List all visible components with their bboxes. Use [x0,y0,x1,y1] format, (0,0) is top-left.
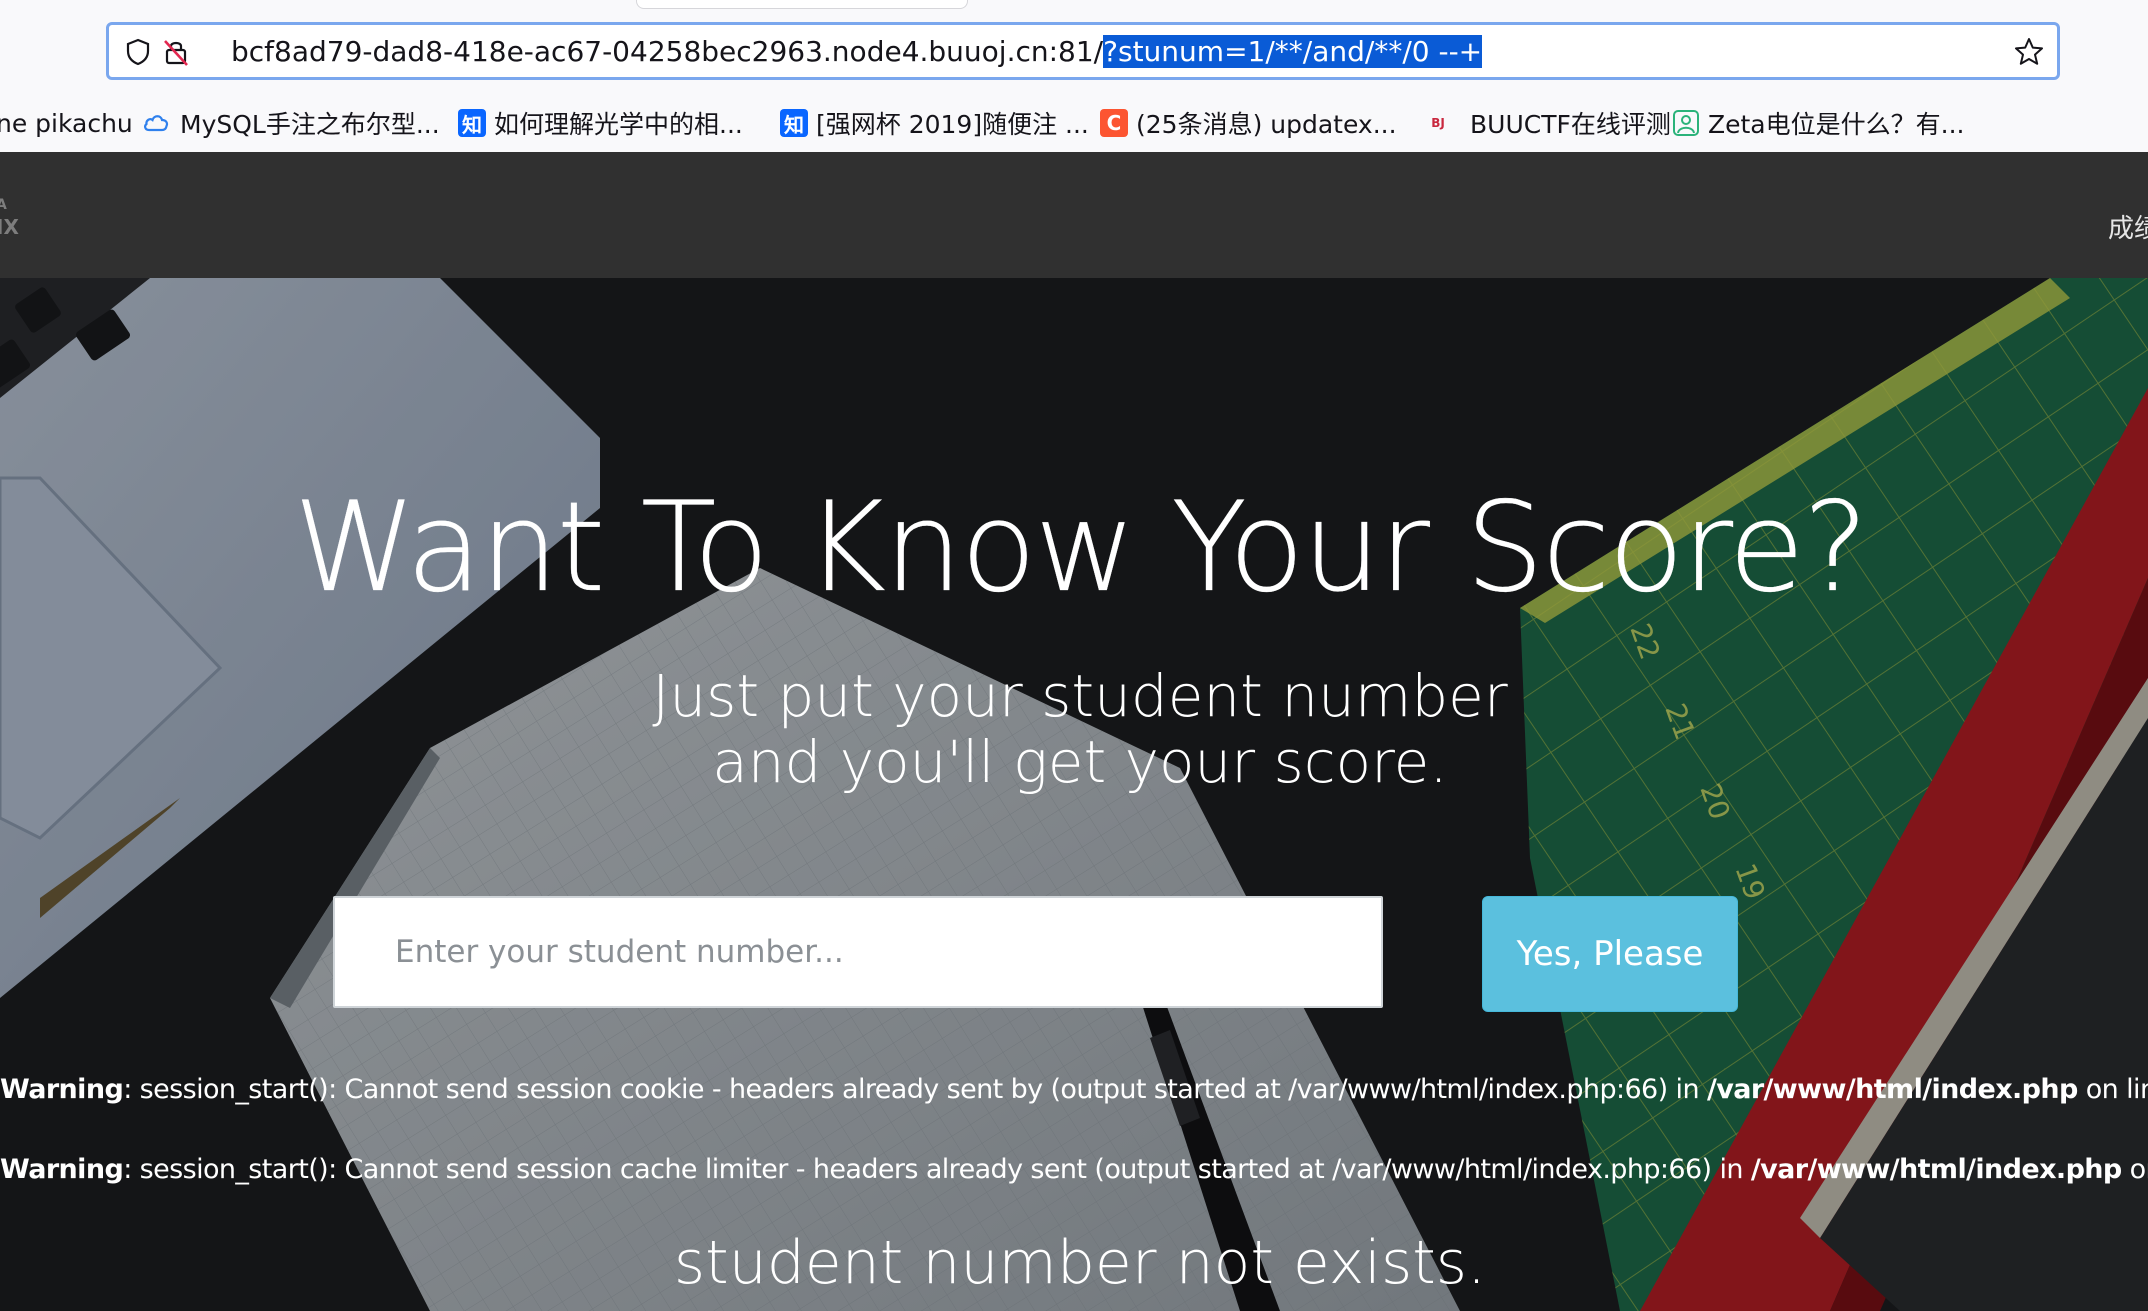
active-tab[interactable] [636,0,968,9]
warning-message: : session_start(): Cannot send session c… [123,1154,1751,1185]
browser-chrome: bcf8ad79-dad8-418e-ac67-04258bec2963.nod… [0,0,2148,153]
hero-section: 22 21 20 19 Want To Know Your Score? Jus… [0,278,2148,1311]
bookmark-item[interactable]: 知 [强网杯 2019]随便注 ... [780,100,1089,146]
warning-label: Warning [0,1154,124,1185]
warning-line-text: on line [2085,1074,2148,1105]
nav-link-score[interactable]: 成绩 [2108,208,2148,245]
warning-label: Warning [0,1074,124,1105]
warning-line-text: on line [2129,1154,2148,1185]
hero-title: Want To Know Your Score? [293,476,1868,620]
query-result-message: student number not exists. [673,1228,1487,1298]
logo-line-1: A [0,197,7,213]
bookmark-label: BUUCTF在线评测 [1470,110,1671,139]
buuctf-icon: BJ [1431,116,1445,130]
bookmark-item[interactable]: 知 如何理解光学中的相... [458,100,743,146]
bookmark-label: MySQL手注之布尔型... [180,110,440,139]
bookmark-item[interactable]: Zeta电位是什么？有... [1672,100,1964,146]
url-host: bcf8ad79-dad8-418e-ac67-04258bec2963.nod… [231,35,1104,68]
insecure-lock-icon[interactable] [161,37,191,67]
url-text[interactable]: bcf8ad79-dad8-418e-ac67-04258bec2963.nod… [231,34,1483,70]
site-navbar: A IX 成绩 [0,152,2148,278]
cloud-icon [144,115,169,132]
bookmark-item[interactable]: BJ BUUCTF在线评测 [1424,100,1671,146]
yes-please-button[interactable]: Yes, Please [1482,896,1738,1012]
bookmark-label: [强网杯 2019]随便注 ... [816,110,1089,139]
bookmark-label: ne pikachu [0,108,133,138]
warning-file: /var/www/html/index.php [1706,1074,2078,1105]
php-warning: Warning: session_start(): Cannot send se… [0,1153,2148,1187]
zhihu-icon: 知 [458,109,486,137]
bookmark-label: Zeta电位是什么？有... [1708,110,1965,139]
hero-subtitle: Just put your student number and you'll … [0,663,2148,795]
person-icon [1673,110,1699,136]
site-logo[interactable]: A IX [0,194,19,238]
warning-file: /var/www/html/index.php [1750,1154,2122,1185]
shield-icon[interactable] [123,37,153,67]
bookmark-label: 如何理解光学中的相... [494,110,743,139]
bookmark-label: (25条消息) updatex... [1136,110,1397,139]
bookmark-item[interactable]: MySQL手注之布尔型... [140,100,440,146]
hero-subtitle-line-1: Just put your student number [652,662,1508,730]
warning-message: : session_start(): Cannot send session c… [123,1074,1707,1105]
csdn-icon: C [1100,109,1128,137]
bookmark-star-icon[interactable] [2013,36,2045,68]
student-number-input[interactable] [333,896,1383,1008]
bookmark-item[interactable]: C (25条消息) updatex... [1100,100,1397,146]
address-bar[interactable]: bcf8ad79-dad8-418e-ac67-04258bec2963.nod… [106,22,2060,80]
php-warning: Warning: session_start(): Cannot send se… [0,1073,2148,1107]
logo-line-2: IX [0,215,19,239]
zhihu-icon: 知 [780,109,808,137]
hero-subtitle-line-2: and you'll get your score. [712,728,1448,796]
bookmark-item[interactable]: ne pikachu [0,100,133,146]
url-selected-query: ?stunum=1/**/and/**/0 --+ [1103,35,1483,68]
bookmarks-toolbar: ne pikachu MySQL手注之布尔型... 知 如何理解光学中的相...… [0,100,2148,146]
